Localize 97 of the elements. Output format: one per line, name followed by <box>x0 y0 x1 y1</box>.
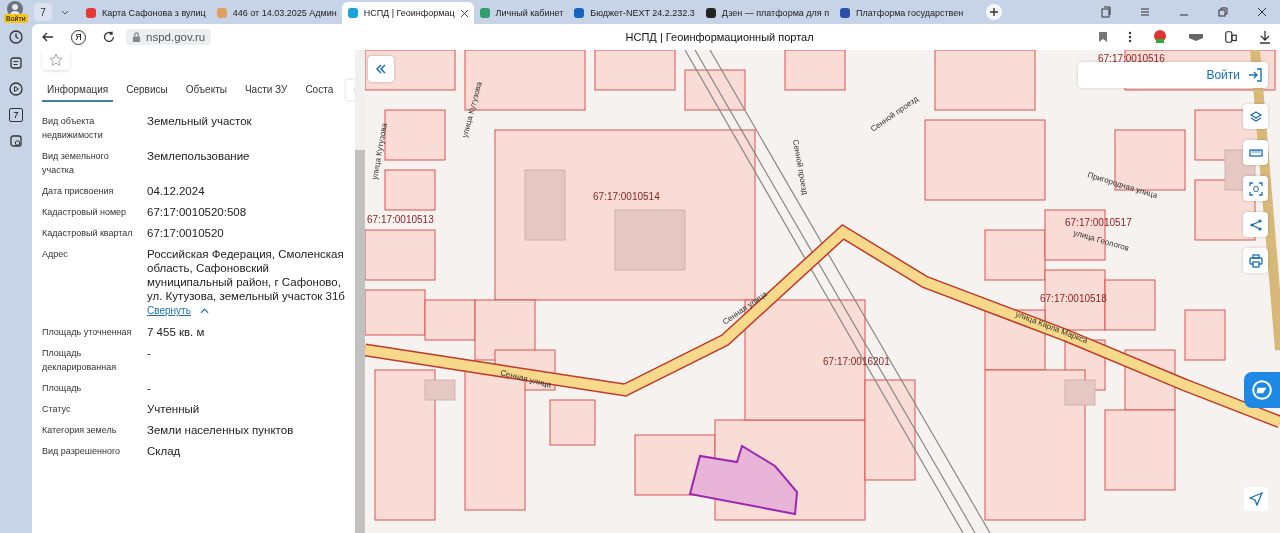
selected-parcel[interactable] <box>688 444 799 516</box>
browser-tab[interactable]: 446 от 14.03.2025 Админ <box>210 2 342 24</box>
star-icon <box>49 53 63 67</box>
print-button[interactable] <box>1243 248 1268 273</box>
site-icon <box>839 7 852 19</box>
ruler-button[interactable] <box>1243 140 1268 165</box>
site-icon <box>85 7 97 19</box>
share-button[interactable] <box>1243 212 1268 237</box>
notes-icon[interactable] <box>9 56 23 70</box>
field-value: 7 455 кв. м <box>147 326 205 338</box>
browser-tab[interactable]: НСПД | Геоинформац <box>341 2 474 24</box>
field-value: - <box>147 382 151 394</box>
panel-tab[interactable]: Информация <box>42 78 114 102</box>
panel-tab[interactable]: Сервисы <box>121 78 173 102</box>
double-chevron-left-icon <box>375 63 387 75</box>
navigation-arrow-icon <box>1249 492 1263 506</box>
field-label: Площадь <box>42 382 83 395</box>
lock-icon <box>132 31 141 43</box>
share-icon <box>1248 217 1263 232</box>
chevron-up-icon[interactable] <box>200 308 210 314</box>
download-icon[interactable] <box>1258 30 1272 44</box>
field-label: Кадастровый квартал <box>42 227 134 240</box>
new-tab-button[interactable] <box>986 4 1003 20</box>
quarter-label: 67:17:0010516 <box>1098 53 1165 64</box>
field-value: Российская Федерация, Смоленская область, Сафоновский муниципальный район, г Сафоново, ул. Кутузова, земельный участок 31б <box>147 248 345 302</box>
field-value: - <box>147 347 151 359</box>
quarter-label: 67:17:0010514 <box>593 191 660 202</box>
panel-tab[interactable]: Части ЗУ <box>239 78 293 102</box>
panel-tab[interactable]: Объекты <box>180 78 232 102</box>
field-label: Вид земельного участка <box>42 150 110 177</box>
browser-tab[interactable]: Личный кабинет <box>473 2 569 24</box>
bookmark-icon[interactable] <box>1098 31 1108 43</box>
quarter-label: 67:17:0010513 <box>367 214 434 225</box>
print-icon <box>1248 253 1263 268</box>
extension-icon[interactable] <box>1224 30 1238 44</box>
field-value: 04.12.2024 <box>147 185 205 197</box>
field-label: Дата присвоения <box>42 185 115 198</box>
browser-tab[interactable]: Платформа государствен <box>834 2 969 24</box>
site-icon <box>478 7 491 19</box>
field-value: Учтенный <box>147 403 200 415</box>
field-label: Площадь декларированная <box>42 347 118 374</box>
url-field[interactable]: nspd.gov.ru <box>126 29 212 45</box>
play-icon[interactable] <box>9 82 23 96</box>
tab-count-button[interactable]: 7 <box>34 3 52 21</box>
plus-icon <box>989 7 1000 17</box>
field-label: Кадастровый номер <box>42 206 128 219</box>
url-text: nspd.gov.ru <box>146 31 206 43</box>
field-value: 67:17:0010520:508 <box>147 206 247 218</box>
page-title: НСПД | Геоинформационный портал <box>624 31 815 43</box>
layers-icon <box>1248 109 1263 124</box>
more-icon[interactable] <box>1128 31 1132 43</box>
quarter-label: 67:17:0010517 <box>1065 217 1132 228</box>
site-icon <box>704 7 717 19</box>
calendar-button[interactable]: 7 <box>9 108 23 122</box>
field-label: Площадь уточненная <box>42 326 133 339</box>
field-label: Статус <box>42 403 72 416</box>
field-value: Земли населенных пунктов <box>147 424 294 436</box>
reload-icon[interactable] <box>102 30 116 44</box>
quarter-label: 67:17:0010518 <box>1040 293 1107 304</box>
camera-icon[interactable] <box>9 134 23 148</box>
field-value: Земельный участок <box>147 115 252 127</box>
field-label: Вид разрешенного <box>42 445 122 458</box>
menu-icon[interactable] <box>1139 6 1151 18</box>
browser-tab[interactable]: Карта Сафонова з вулиц <box>80 2 211 24</box>
quarter-label: 67:17:0016201 <box>823 356 890 367</box>
field-value: 67:17:0010520 <box>147 227 224 239</box>
login-button[interactable]: Войти <box>1206 68 1262 82</box>
collapse-panel-button[interactable] <box>368 56 394 82</box>
street-label: Сенная улица <box>499 368 553 390</box>
browser-tab[interactable]: Дзен — платформа для п <box>699 2 835 24</box>
area-select-button[interactable] <box>1243 176 1268 201</box>
close-icon[interactable] <box>1256 6 1268 18</box>
field-value: Землепользование <box>147 150 250 162</box>
street-label: Сенной проезд <box>791 138 810 196</box>
field-label: Адрес <box>42 248 69 261</box>
panel-tab[interactable]: Соста <box>300 78 339 102</box>
clock-icon[interactable] <box>9 30 23 44</box>
back-arrow-icon[interactable] <box>41 30 55 44</box>
site-icon <box>346 7 359 19</box>
bookmarks-icon[interactable] <box>1100 6 1112 18</box>
restore-icon[interactable] <box>1217 6 1229 18</box>
street-label: улица Кутузова <box>370 122 389 181</box>
login-icon <box>1248 68 1262 82</box>
site-icon <box>573 7 586 19</box>
scrollbar[interactable] <box>355 50 365 533</box>
browser-tab[interactable]: Бюджет-NEXT 24.2.232.3 <box>568 2 700 24</box>
field-value: Склад <box>147 445 181 457</box>
chat-icon <box>1251 379 1273 401</box>
close-icon[interactable] <box>459 8 469 18</box>
chat-button[interactable] <box>1244 372 1280 408</box>
layers-button[interactable] <box>1243 104 1268 129</box>
area-select-icon <box>1248 181 1263 196</box>
site-icon <box>215 7 228 19</box>
locate-button[interactable] <box>1244 487 1268 511</box>
field-label: Категория земель <box>42 424 118 437</box>
field-label: Вид объекта недвижимости <box>42 115 104 142</box>
collapse-link[interactable]: Свернуть <box>147 304 191 318</box>
